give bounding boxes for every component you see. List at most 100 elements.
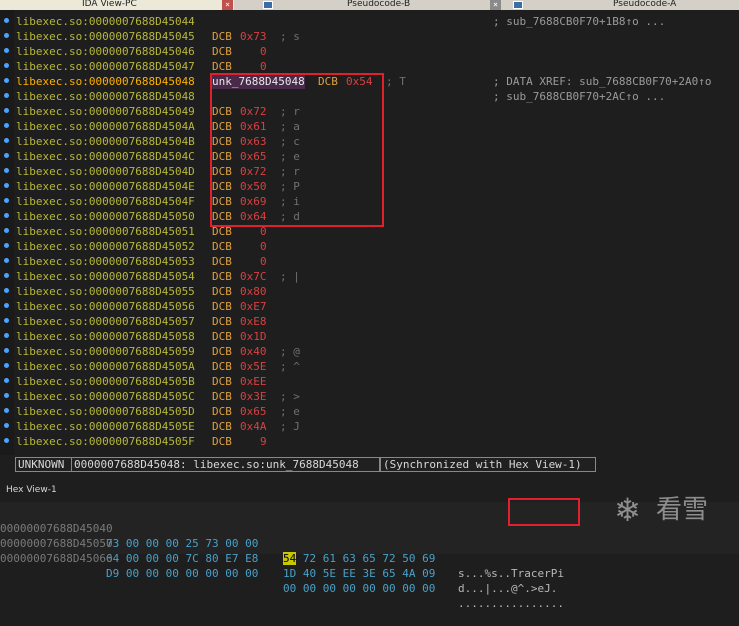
row-marker-icon[interactable] bbox=[4, 33, 9, 38]
listing-value[interactable]: 0xE8 bbox=[240, 314, 267, 329]
listing-address[interactable]: libexec.so:0000007688D45056 bbox=[16, 299, 195, 314]
close-icon[interactable]: × bbox=[222, 0, 233, 10]
listing-address[interactable]: libexec.so:0000007688D4505E bbox=[16, 419, 195, 434]
listing-value[interactable]: 0xE7 bbox=[240, 299, 267, 314]
row-marker-icon[interactable] bbox=[4, 423, 9, 428]
hex-ascii: ................ bbox=[458, 597, 564, 610]
listing-address[interactable]: libexec.so:0000007688D4505D bbox=[16, 404, 195, 419]
listing-address[interactable]: libexec.so:0000007688D45052 bbox=[16, 239, 195, 254]
listing-address[interactable]: libexec.so:0000007688D45051 bbox=[16, 224, 195, 239]
row-marker-icon[interactable] bbox=[4, 153, 9, 158]
listing-address[interactable]: libexec.so:0000007688D4504F bbox=[16, 194, 195, 209]
listing-value[interactable]: 0x3E bbox=[240, 389, 267, 404]
row-marker-icon[interactable] bbox=[4, 303, 9, 308]
listing-address[interactable]: libexec.so:0000007688D4505A bbox=[16, 359, 195, 374]
listing-directive: DCB bbox=[212, 345, 232, 358]
listing-address[interactable]: libexec.so:0000007688D45046 bbox=[16, 44, 195, 59]
listing-xref[interactable]: ; sub_7688CB0F70+1B8↑o ... bbox=[493, 14, 665, 29]
hex-row[interactable]: 00000007688D45060 D9 00 00 00 00 00 00 0… bbox=[0, 536, 564, 610]
listing-value[interactable]: 0x65 bbox=[240, 404, 267, 419]
tab-ida-view-pc[interactable]: IDA View-PC bbox=[0, 0, 234, 10]
row-marker-icon[interactable] bbox=[4, 288, 9, 293]
hex-row[interactable]: 00000007688D45050 64 00 00 00 7C 80 E7 E… bbox=[0, 521, 557, 595]
row-marker-icon[interactable] bbox=[4, 273, 9, 278]
listing-address[interactable]: libexec.so:0000007688D45058 bbox=[16, 329, 195, 344]
listing-address[interactable]: libexec.so:0000007688D45047 bbox=[16, 59, 195, 74]
row-marker-icon[interactable] bbox=[4, 228, 9, 233]
row-marker-icon[interactable] bbox=[4, 18, 9, 23]
listing-value[interactable]: 0 bbox=[260, 239, 267, 254]
listing-value[interactable]: 0 bbox=[260, 59, 267, 74]
row-marker-icon[interactable] bbox=[4, 123, 9, 128]
listing-comment: ; @ bbox=[280, 345, 300, 358]
listing-value[interactable]: 0xEE bbox=[240, 374, 267, 389]
listing-value[interactable]: 0x73 bbox=[240, 29, 267, 44]
listing-comment: ; e bbox=[280, 405, 300, 418]
listing-value[interactable]: 0 bbox=[260, 44, 267, 59]
tab-bar: IDA View-PC × Pseudocode-B × Pseudocode-… bbox=[0, 0, 739, 10]
listing-directive: DCB bbox=[212, 405, 232, 418]
listing-address[interactable]: libexec.so:0000007688D45059 bbox=[16, 344, 195, 359]
listing-address[interactable]: libexec.so:0000007688D45050 bbox=[16, 209, 195, 224]
row-marker-icon[interactable] bbox=[4, 108, 9, 113]
listing-address[interactable]: libexec.so:0000007688D45044 bbox=[16, 14, 195, 29]
listing-address[interactable]: libexec.so:0000007688D4505C bbox=[16, 389, 195, 404]
listing-address[interactable]: libexec.so:0000007688D4505B bbox=[16, 374, 195, 389]
row-marker-icon[interactable] bbox=[4, 393, 9, 398]
listing-address[interactable]: libexec.so:0000007688D45054 bbox=[16, 269, 195, 284]
listing-comment: ; J bbox=[280, 420, 300, 433]
row-marker-icon[interactable] bbox=[4, 408, 9, 413]
listing-directive: DCB bbox=[212, 60, 232, 73]
row-marker-icon[interactable] bbox=[4, 348, 9, 353]
listing-value[interactable]: 0x1D bbox=[240, 329, 267, 344]
listing-comment: ; T bbox=[386, 75, 406, 88]
listing-address[interactable]: libexec.so:0000007688D45048 bbox=[16, 74, 195, 89]
tab-pseudocode-b[interactable]: Pseudocode-B bbox=[275, 0, 490, 10]
listing-address[interactable]: libexec.so:0000007688D4504E bbox=[16, 179, 195, 194]
tab-pseudocode-a[interactable]: Pseudocode-A bbox=[525, 0, 739, 10]
listing-address[interactable]: libexec.so:0000007688D45057 bbox=[16, 314, 195, 329]
row-marker-icon[interactable] bbox=[4, 168, 9, 173]
listing-address[interactable]: libexec.so:0000007688D45045 bbox=[16, 29, 195, 44]
close-icon[interactable]: × bbox=[490, 0, 501, 10]
row-marker-icon[interactable] bbox=[4, 363, 9, 368]
row-marker-icon[interactable] bbox=[4, 183, 9, 188]
listing-address[interactable]: libexec.so:0000007688D45049 bbox=[16, 104, 195, 119]
row-marker-icon[interactable] bbox=[4, 48, 9, 53]
listing-value[interactable]: 0 bbox=[260, 254, 267, 269]
row-marker-icon[interactable] bbox=[4, 93, 9, 98]
listing-xref[interactable]: ; DATA XREF: sub_7688CB0F70+2A0↑o bbox=[493, 74, 712, 89]
row-marker-icon[interactable] bbox=[4, 438, 9, 443]
hex-view-title: Hex View-1 bbox=[6, 485, 57, 495]
hex-row[interactable]: 00000007688D45040 73 00 00 00 25 73 00 0… bbox=[0, 506, 564, 580]
row-marker-icon[interactable] bbox=[4, 243, 9, 248]
listing-value[interactable]: 0x5E bbox=[240, 359, 267, 374]
listing-value[interactable]: 0x80 bbox=[240, 284, 267, 299]
listing-xref[interactable]: ; sub_7688CB0F70+2AC↑o ... bbox=[493, 89, 665, 104]
listing-address[interactable]: libexec.so:0000007688D45053 bbox=[16, 254, 195, 269]
listing-value[interactable]: 0x7C bbox=[240, 269, 267, 284]
row-marker-icon[interactable] bbox=[4, 78, 9, 83]
listing-address[interactable]: libexec.so:0000007688D4504D bbox=[16, 164, 195, 179]
row-marker-icon[interactable] bbox=[4, 213, 9, 218]
row-marker-icon[interactable] bbox=[4, 333, 9, 338]
listing-directive: DCB bbox=[212, 375, 232, 388]
listing-address[interactable]: libexec.so:0000007688D4504C bbox=[16, 149, 195, 164]
listing-address[interactable]: libexec.so:0000007688D45055 bbox=[16, 284, 195, 299]
row-marker-icon[interactable] bbox=[4, 378, 9, 383]
hex-bytes: 00 00 00 00 00 00 00 00 bbox=[283, 582, 436, 595]
row-marker-icon[interactable] bbox=[4, 198, 9, 203]
listing-gutter[interactable] bbox=[0, 10, 14, 455]
listing-value[interactable]: 0x4A bbox=[240, 419, 267, 434]
row-marker-icon[interactable] bbox=[4, 258, 9, 263]
listing-address[interactable]: libexec.so:0000007688D4505F bbox=[16, 434, 195, 449]
listing-value[interactable]: 9 bbox=[260, 434, 267, 449]
listing-address[interactable]: libexec.so:0000007688D45048 bbox=[16, 89, 195, 104]
row-marker-icon[interactable] bbox=[4, 318, 9, 323]
row-marker-icon[interactable] bbox=[4, 138, 9, 143]
listing-value[interactable]: 0x40 bbox=[240, 344, 267, 359]
listing-address[interactable]: libexec.so:0000007688D4504B bbox=[16, 134, 195, 149]
listing-address[interactable]: libexec.so:0000007688D4504A bbox=[16, 119, 195, 134]
segment-label: UNKNOWN bbox=[15, 457, 73, 472]
row-marker-icon[interactable] bbox=[4, 63, 9, 68]
